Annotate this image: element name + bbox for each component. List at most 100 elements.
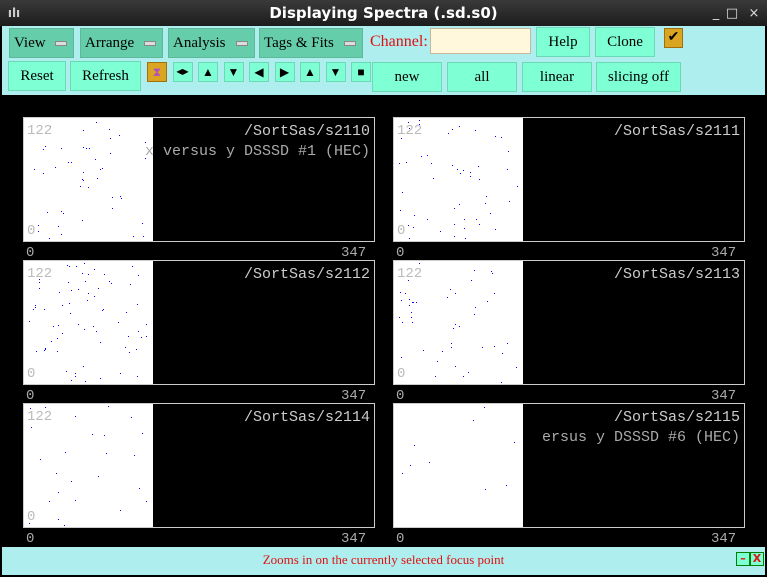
data-point [29,321,30,322]
menu-view[interactable]: View [9,28,74,58]
spectrum-panel[interactable]: 122 0/SortSas/s2111 [393,117,745,242]
data-point [484,407,485,408]
data-point [454,224,455,225]
menu-indicator-icon [55,41,67,46]
data-point [406,162,407,163]
data-point [516,367,517,368]
status-bar: Zooms in on the currently selected focus… [2,547,765,575]
shrink-vertical-icon[interactable]: ▼ [223,62,244,82]
data-point [507,169,508,170]
data-point [64,525,65,526]
data-point [61,148,62,149]
data-point [58,226,59,227]
new-button[interactable]: new [372,62,442,92]
status-minimize-button[interactable]: – [736,552,750,566]
x-max-label: 347 [341,388,367,404]
data-point [34,169,35,170]
zoom-focus-icon[interactable]: ⧗ [147,62,167,82]
data-point [411,312,412,313]
x-max-label: 347 [341,245,367,261]
data-point [142,223,143,224]
data-point [58,492,59,493]
data-point [110,138,111,139]
data-point [57,351,58,352]
close-button[interactable]: × [744,0,764,26]
data-point [468,372,469,373]
data-point [121,198,122,199]
data-point [76,266,77,267]
data-point [437,361,438,362]
scroll-left-icon[interactable]: ◀ [249,62,269,82]
menu-label: Arrange [85,35,135,51]
data-point [63,213,64,214]
data-point [419,120,420,121]
scroll-up-icon[interactable]: ▲ [300,62,320,82]
menu-analysis[interactable]: Analysis [168,28,255,58]
data-point [94,269,95,270]
spectrum-name: /SortSas/s2111 [613,123,740,140]
all-button[interactable]: all [447,62,517,92]
scroll-down-icon[interactable]: ▼ [325,62,346,82]
data-point [83,366,84,367]
data-point [460,173,461,174]
maximize-button[interactable]: □ [722,0,742,26]
data-point [125,347,126,348]
data-point [502,353,503,354]
help-button[interactable]: Help [536,27,590,57]
spectrum-subtitle: ersus y DSSSD #6 (HEC) [541,429,740,446]
reset-button[interactable]: Reset [8,61,66,91]
channel-input[interactable] [430,28,531,54]
data-point [408,225,409,226]
data-point [86,148,87,149]
status-close-button[interactable]: X [750,552,764,566]
data-point [44,350,45,351]
data-point [479,179,480,180]
window-title: Displaying Spectra (.sd.s0) [269,4,498,22]
scroll-right-icon[interactable]: ▶ [274,62,295,82]
data-point [473,420,474,421]
data-point [104,274,105,275]
data-point [120,510,121,511]
slicing-button[interactable]: slicing off [596,62,681,92]
data-point [89,148,90,149]
data-point [69,266,70,267]
data-point [62,333,63,334]
data-point [59,292,60,293]
data-point [45,349,46,350]
data-point [501,382,502,383]
data-point [112,197,113,198]
spectrum-panel[interactable]: 122 0/SortSas/s2113 [393,260,745,385]
menu-label: Analysis [173,35,226,51]
data-point [44,309,45,310]
data-point [451,347,452,348]
checkbox[interactable]: ✔ [664,28,683,48]
spectrum-subtitle: x versus y DSSSD #1 (HEC) [144,143,370,160]
linear-button[interactable]: linear [522,62,592,92]
clone-button[interactable]: Clone [595,27,655,57]
data-point [476,219,477,220]
refresh-button[interactable]: Refresh [70,61,141,91]
data-point [39,282,40,283]
menu-arrange[interactable]: Arrange [80,28,163,58]
data-point [36,351,37,352]
y-max-label: 122 [27,123,53,139]
spectrum-panel[interactable]: 122 0/SortSas/s2112 [23,260,375,385]
y-max-label: 122 [27,266,53,282]
data-point [84,263,85,264]
data-point [455,366,456,367]
menu-tags-fits[interactable]: Tags & Fits [259,28,363,58]
expand-horizontal-icon[interactable]: ◀▶ [172,62,193,82]
data-point [463,376,464,377]
data-point [506,485,507,486]
data-point [93,326,94,327]
data-point [427,155,428,156]
data-point [75,373,76,374]
spectrum-panel[interactable]: ersus y DSSSD #6 (HEC) /SortSas/s2115 [393,403,745,528]
spectrum-panel[interactable]: 122 0/SortSas/s2114 [23,403,375,528]
full-view-icon[interactable]: ■ [351,62,371,82]
expand-vertical-icon[interactable]: ▲ [198,62,218,82]
x-min-label: 0 [26,531,35,547]
data-point [38,231,39,232]
spectrum-panel[interactable]: 122 0/SortSas/s2110 x versus y DSSSD #1 (H… [23,117,375,242]
data-point [137,376,138,377]
